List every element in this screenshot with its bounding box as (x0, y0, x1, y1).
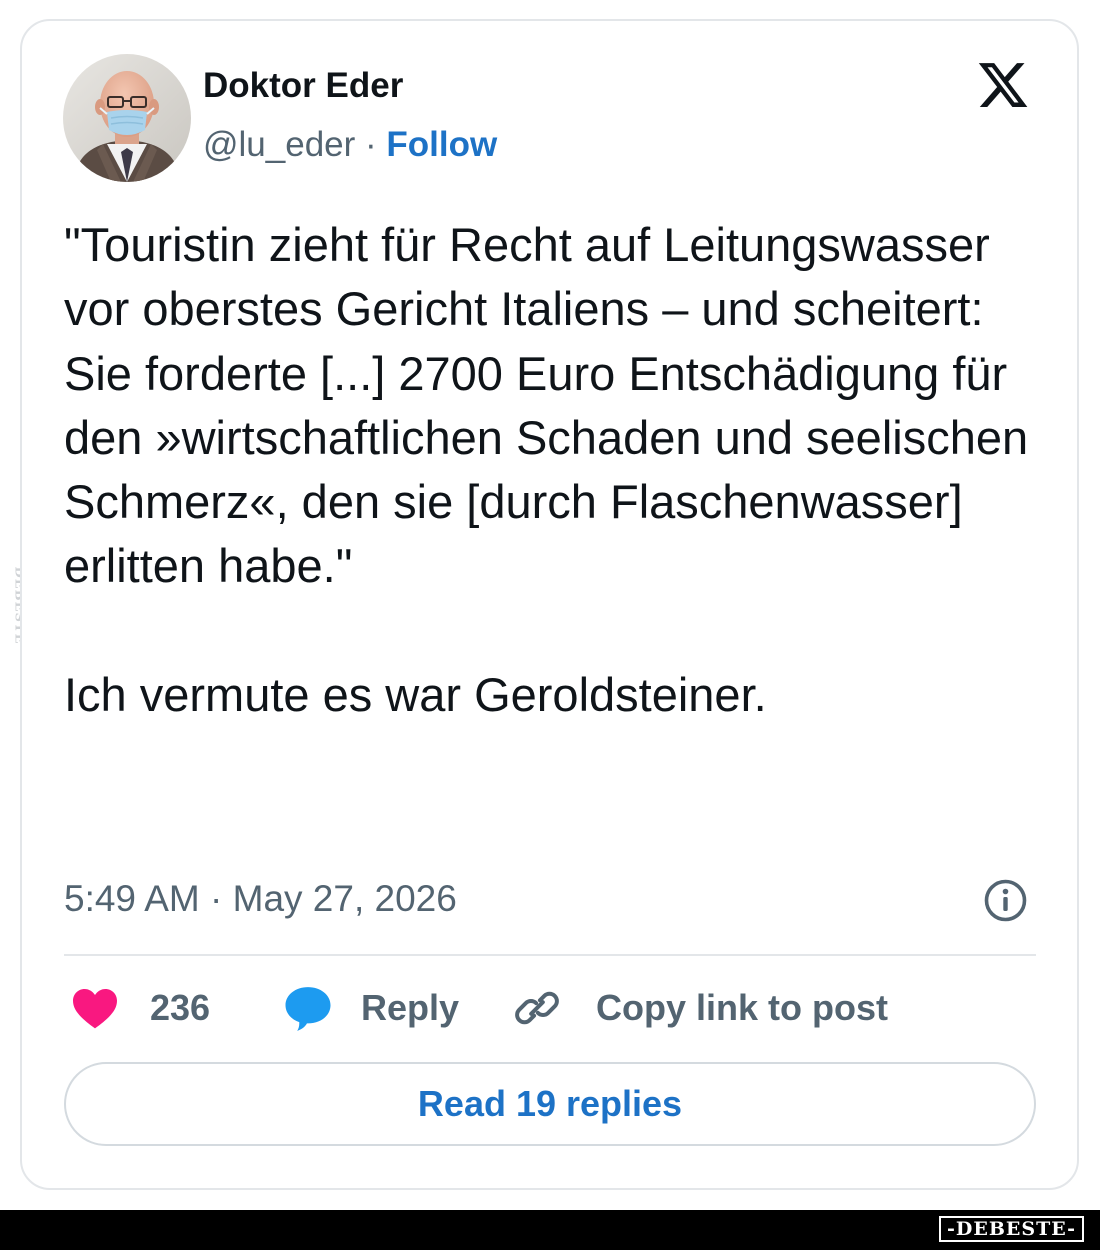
reply-button[interactable]: Reply (283, 978, 459, 1038)
read-replies-button[interactable]: Read 19 replies (64, 1062, 1036, 1146)
like-button[interactable]: 236 (70, 978, 210, 1038)
x-logo-glyph (978, 63, 1028, 107)
footer-watermark-text: -DEBESTE- (947, 1218, 1076, 1240)
avatar-photo (63, 54, 191, 182)
author-handle-row: @lu_eder · Follow (203, 124, 497, 166)
tweet-paragraph-3: Ich vermute es war Geroldsteiner. (64, 667, 767, 721)
reply-label: Reply (361, 987, 460, 1028)
page: DEBESTE Doktor Eder @lu_eder · Follow "T… (0, 0, 1100, 1250)
x-logo-icon[interactable] (975, 58, 1031, 112)
info-icon[interactable] (983, 878, 1028, 923)
copy-link-button[interactable]: Copy link to post (512, 978, 888, 1038)
info-glyph (984, 879, 1027, 922)
link-icon (515, 991, 559, 1025)
like-count: 236 (150, 987, 211, 1028)
copy-link-label: Copy link to post (596, 987, 888, 1028)
tweet-paragraph-2: Sie forderte [...] 2700 Euro Entschädigu… (64, 346, 1029, 593)
footer-watermark-logo: -DEBESTE- (939, 1216, 1084, 1242)
author-name[interactable]: Doktor Eder (203, 66, 403, 106)
read-replies-label: Read 19 replies (417, 1083, 683, 1124)
divider (64, 954, 1036, 956)
footer-bar: -DEBESTE- (0, 1210, 1100, 1250)
speech-bubble-icon (285, 987, 331, 1031)
avatar[interactable] (63, 54, 191, 182)
follow-button[interactable]: Follow (386, 125, 497, 164)
author-handle[interactable]: @lu_eder (203, 125, 355, 164)
heart-icon (73, 989, 117, 1029)
tweet-timestamp[interactable]: 5:49 AM · May 27, 2026 (64, 876, 457, 922)
tweet-paragraph-1: "Touristin zieht für Recht auf Leitungsw… (64, 218, 990, 336)
tweet-text: "Touristin zieht für Recht auf Leitungsw… (64, 213, 1054, 727)
handle-separator: · (365, 125, 377, 164)
